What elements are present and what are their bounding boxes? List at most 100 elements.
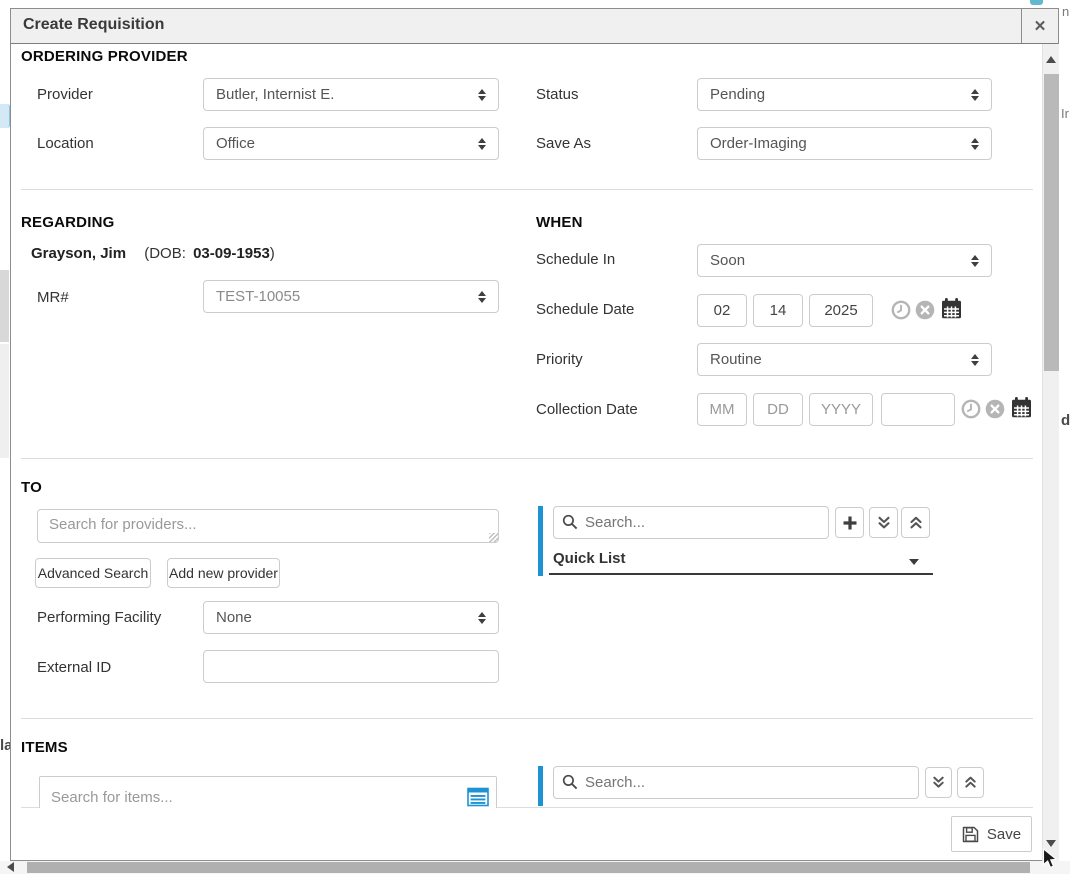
schedule-year-input[interactable] xyxy=(809,294,873,327)
modal-footer xyxy=(11,808,1042,860)
items-quicklist-search[interactable] xyxy=(553,766,919,799)
collection-date-label: Collection Date xyxy=(536,401,638,418)
close-button[interactable]: ✕ xyxy=(1021,9,1058,43)
resize-grip-icon[interactable] xyxy=(489,533,498,542)
scroll-up-icon[interactable] xyxy=(1046,56,1056,63)
horizontal-scrollbar-thumb[interactable] xyxy=(27,862,1030,873)
items-quicklist-search-input[interactable] xyxy=(553,766,919,799)
mr-select[interactable]: TEST-10055 xyxy=(203,280,499,313)
select-updown-icon xyxy=(478,612,486,624)
regarding-heading: REGARDING xyxy=(21,214,114,231)
priority-select-value: Routine xyxy=(698,351,762,368)
clear-circle-icon[interactable] xyxy=(985,399,1005,419)
when-heading: WHEN xyxy=(536,214,583,231)
save-button[interactable]: Save xyxy=(951,816,1032,852)
close-icon: ✕ xyxy=(1034,17,1047,35)
status-select[interactable]: Pending xyxy=(697,78,992,111)
collection-month-input[interactable] xyxy=(697,393,747,426)
external-id-label: External ID xyxy=(37,659,111,676)
save-as-select[interactable]: Order-Imaging xyxy=(697,127,992,160)
background-block-fragment xyxy=(0,344,9,458)
ordering-provider-heading: ORDERING PROVIDER xyxy=(21,48,188,65)
scroll-left-icon[interactable] xyxy=(7,862,14,872)
collection-time-input[interactable] xyxy=(881,393,955,426)
provider-label: Provider xyxy=(37,86,93,103)
save-as-label: Save As xyxy=(536,135,591,152)
calendar-icon[interactable] xyxy=(940,297,963,320)
mr-select-value: TEST-10055 xyxy=(204,288,300,305)
performing-facility-label: Performing Facility xyxy=(37,609,161,626)
plus-icon xyxy=(842,515,858,531)
scroll-down-icon[interactable] xyxy=(1046,840,1056,847)
patient-line: Grayson, Jim (DOB: 03-09-1953) xyxy=(31,245,275,262)
provider-quicklist-search-input[interactable] xyxy=(553,506,829,539)
clock-icon[interactable] xyxy=(961,399,981,419)
location-select[interactable]: Office xyxy=(203,127,499,160)
add-new-provider-button[interactable]: Add new provider xyxy=(167,558,280,588)
quick-list-header[interactable]: Quick List xyxy=(553,550,626,567)
advanced-search-button[interactable]: Advanced Search xyxy=(35,558,151,588)
add-quicklist-button[interactable] xyxy=(835,507,864,538)
collapse-all-button[interactable] xyxy=(901,507,930,538)
expand-all-button[interactable] xyxy=(869,507,898,538)
clock-icon[interactable] xyxy=(891,300,911,320)
modal-title: Create Requisition xyxy=(23,16,164,34)
provider-search-textarea[interactable] xyxy=(37,509,499,543)
background-teal-fragment xyxy=(1030,0,1043,5)
schedule-date-label: Schedule Date xyxy=(536,301,634,318)
background-block-fragment xyxy=(0,270,9,342)
items-expand-all-button[interactable] xyxy=(925,767,952,798)
vertical-scrollbar-thumb[interactable] xyxy=(1044,74,1059,371)
advanced-search-label: Advanced Search xyxy=(38,565,149,581)
mr-label: MR# xyxy=(37,289,69,306)
performing-facility-select-value: None xyxy=(204,609,252,626)
horizontal-scrollbar[interactable] xyxy=(0,861,1070,874)
select-updown-icon xyxy=(971,255,979,267)
location-select-value: Office xyxy=(204,135,255,152)
collection-year-input[interactable] xyxy=(809,393,873,426)
schedule-day-input[interactable] xyxy=(753,294,803,327)
select-updown-icon xyxy=(971,354,979,366)
add-new-provider-label: Add new provider xyxy=(169,565,278,581)
select-updown-icon xyxy=(971,89,979,101)
background-text-fragment: d xyxy=(1061,412,1070,429)
performing-facility-select[interactable]: None xyxy=(203,601,499,634)
priority-label: Priority xyxy=(536,351,583,368)
calendar-icon[interactable] xyxy=(1010,396,1033,419)
save-icon xyxy=(962,826,979,843)
provider-quicklist-search[interactable] xyxy=(553,506,829,539)
section-divider xyxy=(21,189,1033,190)
dob-suffix: ) xyxy=(270,245,275,262)
select-updown-icon xyxy=(971,138,979,150)
location-label: Location xyxy=(37,135,94,152)
items-grid-icon[interactable] xyxy=(467,787,489,807)
to-heading: TO xyxy=(21,479,42,496)
provider-select[interactable]: Butler, Internist E. xyxy=(203,78,499,111)
priority-select[interactable]: Routine xyxy=(697,343,992,376)
vertical-scrollbar[interactable] xyxy=(1042,44,1059,861)
save-label: Save xyxy=(987,826,1021,843)
background-button-fragment xyxy=(0,104,10,128)
select-updown-icon xyxy=(478,291,486,303)
quick-list-underline xyxy=(549,573,933,575)
modal-header: Create Requisition ✕ xyxy=(11,9,1058,44)
schedule-in-select-value: Soon xyxy=(698,252,745,269)
section-divider xyxy=(21,458,1033,459)
schedule-in-label: Schedule In xyxy=(536,251,615,268)
clear-circle-icon[interactable] xyxy=(915,300,935,320)
quicklist-accent-bar xyxy=(538,506,543,576)
items-collapse-all-button[interactable] xyxy=(957,767,984,798)
double-chevron-down-icon xyxy=(876,515,892,531)
section-divider xyxy=(21,718,1033,719)
mouse-cursor-icon xyxy=(1042,848,1058,870)
dob-value: 03-09-1953 xyxy=(193,245,270,262)
schedule-month-input[interactable] xyxy=(697,294,747,327)
caret-down-icon[interactable] xyxy=(909,559,919,565)
schedule-in-select[interactable]: Soon xyxy=(697,244,992,277)
dob-prefix: (DOB: xyxy=(144,245,186,262)
collection-day-input[interactable] xyxy=(753,393,803,426)
background-text-fragment: n xyxy=(1062,4,1070,19)
page-root: n Ir d la Create Requisition ✕ ORDERING … xyxy=(0,0,1070,874)
external-id-input[interactable] xyxy=(203,650,499,683)
status-select-value: Pending xyxy=(698,86,765,103)
